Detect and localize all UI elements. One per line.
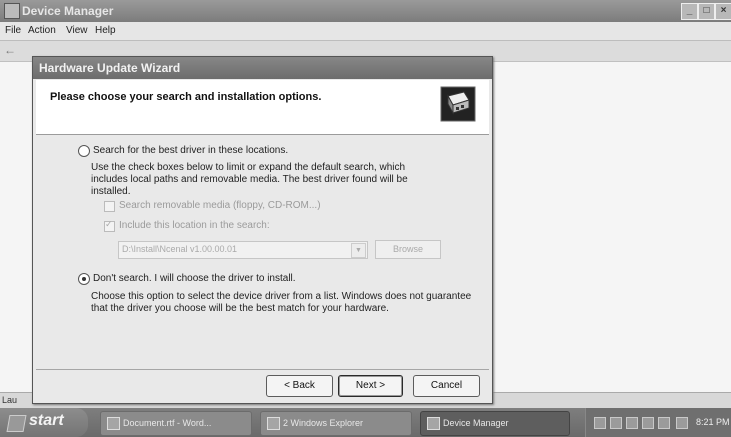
cancel-button[interactable]: Cancel [413, 375, 480, 397]
wizard-divider [36, 369, 489, 370]
speaker-icon[interactable] [626, 417, 638, 429]
window-title: Device Manager [22, 4, 114, 18]
document-icon [107, 417, 120, 430]
chevron-down-icon[interactable]: ▼ [351, 243, 366, 258]
choose-driver-label[interactable]: Don't search. I will choose the driver t… [93, 273, 296, 284]
clock: 8:21 PM [696, 417, 730, 427]
taskbar-item-label: Document.rtf - Word... [123, 418, 212, 428]
taskbar-item-word[interactable]: Document.rtf - Word... [100, 411, 252, 436]
wizard-header: Please choose your search and installati… [36, 80, 489, 135]
menu-action[interactable]: Action [28, 25, 56, 36]
choose-driver-radio[interactable] [78, 273, 90, 285]
include-location-checkbox[interactable] [104, 219, 115, 232]
menu-bar: File Action View Help [0, 22, 731, 41]
device-manager-app-icon [4, 3, 20, 19]
folder-icon [267, 417, 280, 430]
device-manager-title-bar: Device Manager _ □ × [0, 0, 731, 22]
start-button[interactable]: start [0, 408, 88, 437]
back-arrow-icon[interactable]: ← [4, 43, 16, 57]
next-button[interactable]: Next > [338, 375, 403, 397]
location-path-combobox[interactable]: D:\Install\Ncenal v1.00.00.01 ▼ [118, 241, 368, 259]
maximize-icon[interactable]: □ [698, 3, 715, 20]
wizard-title-bar: Hardware Update Wizard [33, 57, 492, 79]
search-removable-media-checkbox[interactable] [104, 201, 115, 212]
hardware-wizard-icon [440, 86, 476, 122]
start-label: start [29, 412, 64, 429]
windows-flag-icon [6, 415, 27, 432]
taskbar: start Document.rtf - Word... 2 Windows E… [0, 408, 731, 437]
device-manager-icon [427, 417, 440, 430]
taskbar-item-explorer[interactable]: 2 Windows Explorer [260, 411, 412, 436]
menu-file[interactable]: File [5, 25, 21, 36]
taskbar-item-label: 2 Windows Explorer [283, 418, 364, 428]
minimize-icon[interactable]: _ [681, 3, 698, 20]
browse-button[interactable]: Browse [375, 240, 441, 259]
taskbar-item-device-manager[interactable]: Device Manager [420, 411, 570, 436]
keyboard-icon[interactable] [676, 417, 688, 429]
search-best-driver-description: Use the check boxes below to limit or ex… [91, 162, 408, 197]
security-icon[interactable] [642, 417, 654, 429]
search-best-driver-label[interactable]: Search for the best driver in these loca… [93, 145, 288, 156]
search-best-driver-radio[interactable] [78, 145, 90, 157]
choose-driver-description: Choose this option to select the device … [91, 291, 472, 314]
wizard-title: Hardware Update Wizard [39, 61, 181, 75]
tray-app-icon[interactable] [610, 417, 622, 429]
system-tray: 8:21 PM [585, 408, 731, 437]
status-text: Lau [2, 395, 18, 405]
taskbar-item-label: Device Manager [443, 418, 509, 428]
menu-help[interactable]: Help [95, 25, 116, 36]
menu-view[interactable]: View [66, 25, 88, 36]
wizard-heading: Please choose your search and installati… [50, 91, 322, 103]
include-location-label: Include this location in the search: [119, 220, 270, 231]
search-removable-media-label: Search removable media (floppy, CD-ROM..… [119, 200, 321, 211]
location-path-value: D:\Install\Ncenal v1.00.00.01 [122, 244, 238, 254]
hardware-update-wizard-dialog: Hardware Update Wizard Please choose you… [32, 56, 493, 404]
network-icon[interactable] [594, 417, 606, 429]
back-button[interactable]: < Back [266, 375, 333, 397]
language-icon[interactable] [658, 417, 670, 429]
close-icon[interactable]: × [715, 3, 731, 20]
